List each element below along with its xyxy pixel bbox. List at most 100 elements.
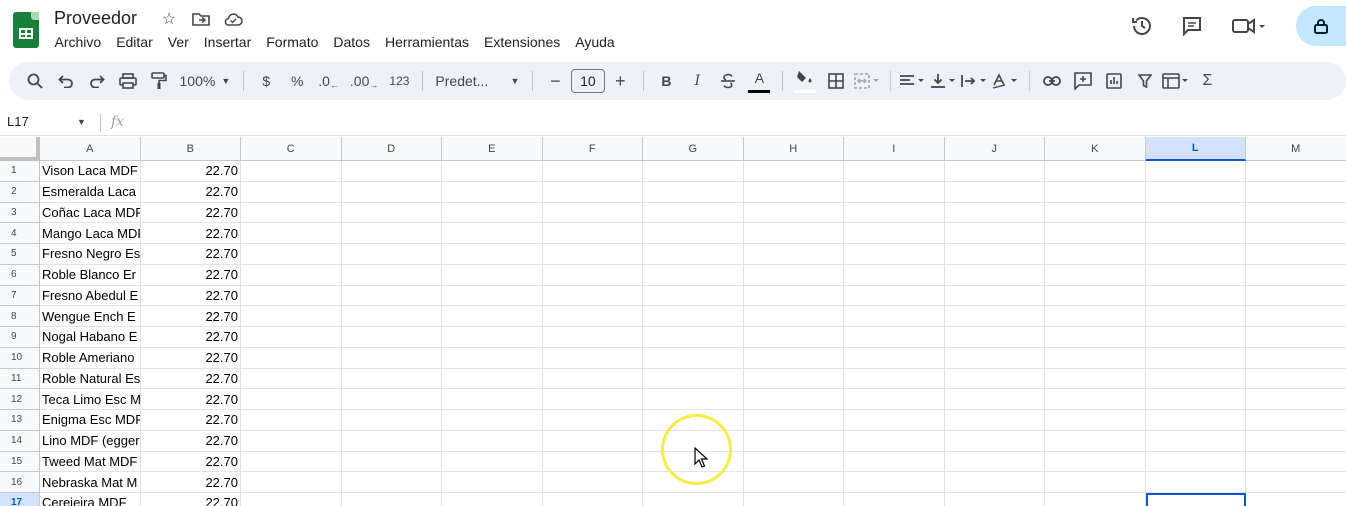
cell-l16[interactable] bbox=[1145, 472, 1246, 493]
cell-g1[interactable] bbox=[643, 161, 744, 182]
cell-k5[interactable] bbox=[1045, 244, 1146, 265]
functions-button[interactable]: Σ bbox=[1193, 67, 1221, 95]
cell-d10[interactable] bbox=[341, 347, 442, 369]
cell-c16[interactable] bbox=[241, 472, 342, 493]
cell-e11[interactable] bbox=[442, 368, 543, 390]
row-header[interactable]: 17 bbox=[0, 493, 40, 506]
cell-h17[interactable] bbox=[744, 493, 844, 506]
cell-k15[interactable] bbox=[1045, 451, 1146, 473]
cell-d1[interactable] bbox=[341, 161, 442, 182]
menu-archivo[interactable]: Archivo bbox=[47, 32, 109, 52]
cell-m17[interactable] bbox=[1246, 493, 1346, 506]
cell-a14[interactable]: Lino MDF (egger bbox=[40, 430, 141, 452]
borders-icon[interactable] bbox=[822, 67, 850, 95]
menu-datos[interactable]: Datos bbox=[326, 32, 378, 52]
cell-f17[interactable] bbox=[543, 493, 643, 506]
cell-l12[interactable] bbox=[1145, 389, 1246, 410]
cell-g4[interactable] bbox=[643, 223, 744, 244]
paint-format-icon[interactable] bbox=[145, 67, 173, 95]
increase-decimals-button[interactable]: .00 → bbox=[346, 67, 382, 95]
cell-d14[interactable] bbox=[341, 430, 442, 452]
undo-icon[interactable] bbox=[52, 67, 80, 95]
row-header[interactable]: 16 bbox=[0, 472, 40, 493]
text-rotation-icon[interactable] bbox=[992, 67, 1020, 95]
cell-a5[interactable]: Fresno Negro Es bbox=[40, 244, 141, 265]
cell-d4[interactable] bbox=[341, 223, 442, 244]
cell-d7[interactable] bbox=[341, 285, 442, 307]
cell-b12[interactable]: 22.70 bbox=[140, 389, 241, 410]
cell-d5[interactable] bbox=[341, 244, 442, 265]
row-header[interactable]: 10 bbox=[0, 347, 40, 369]
cell-f6[interactable] bbox=[542, 264, 643, 286]
decrease-font-size-button[interactable]: − bbox=[541, 67, 569, 95]
cell-g8[interactable] bbox=[643, 306, 744, 327]
cell-d9[interactable] bbox=[341, 327, 442, 348]
cell-i8[interactable] bbox=[844, 306, 945, 327]
cell-m2[interactable] bbox=[1246, 181, 1346, 203]
menu-insertar[interactable]: Insertar bbox=[196, 32, 258, 52]
cell-b14[interactable]: 22.70 bbox=[140, 430, 241, 452]
cell-d3[interactable] bbox=[341, 202, 442, 224]
cell-c11[interactable] bbox=[241, 368, 342, 390]
cell-d15[interactable] bbox=[341, 451, 442, 473]
cell-k4[interactable] bbox=[1045, 223, 1146, 244]
cell-m10[interactable] bbox=[1246, 347, 1346, 369]
meet-icon[interactable] bbox=[1222, 6, 1276, 46]
cell-b7[interactable]: 22.70 bbox=[140, 285, 241, 307]
cell-e17[interactable] bbox=[442, 493, 543, 506]
cell-g7[interactable] bbox=[643, 285, 744, 307]
cell-f7[interactable] bbox=[542, 285, 643, 307]
cell-i12[interactable] bbox=[844, 389, 945, 410]
cell-g11[interactable] bbox=[643, 368, 744, 390]
cell-h3[interactable] bbox=[743, 202, 844, 224]
cell-h14[interactable] bbox=[743, 430, 844, 452]
row-header[interactable]: 2 bbox=[0, 181, 40, 203]
cell-k10[interactable] bbox=[1045, 347, 1146, 369]
row-header[interactable]: 7 bbox=[0, 285, 40, 307]
cell-m12[interactable] bbox=[1246, 389, 1346, 410]
name-box[interactable]: L17 bbox=[7, 114, 29, 129]
cell-l7[interactable] bbox=[1145, 285, 1246, 307]
cell-f8[interactable] bbox=[542, 306, 643, 327]
cell-h13[interactable] bbox=[743, 410, 844, 431]
cell-a12[interactable]: Teca Limo Esc M bbox=[40, 389, 141, 410]
cell-i10[interactable] bbox=[844, 347, 945, 369]
cell-f13[interactable] bbox=[542, 410, 643, 431]
select-all-corner[interactable] bbox=[0, 137, 40, 161]
cell-j10[interactable] bbox=[944, 347, 1045, 369]
horizontal-align-icon[interactable] bbox=[899, 67, 927, 95]
cell-c15[interactable] bbox=[241, 451, 342, 473]
cell-j17[interactable] bbox=[945, 493, 1045, 506]
cell-c12[interactable] bbox=[241, 389, 342, 410]
cell-j8[interactable] bbox=[944, 306, 1045, 327]
row-header[interactable]: 5 bbox=[0, 244, 40, 265]
cell-c5[interactable] bbox=[241, 244, 342, 265]
cell-j11[interactable] bbox=[944, 368, 1045, 390]
decrease-decimals-button[interactable]: .0 ← bbox=[314, 67, 343, 95]
cell-a15[interactable]: Tweed Mat MDF bbox=[40, 451, 141, 473]
insert-link-icon[interactable] bbox=[1038, 67, 1066, 95]
cell-j13[interactable] bbox=[944, 410, 1045, 431]
cell-a6[interactable]: Roble Blanco Er bbox=[40, 264, 141, 286]
cell-b9[interactable]: 22.70 bbox=[140, 327, 241, 348]
cell-a3[interactable]: Coñac Laca MDF bbox=[40, 202, 141, 224]
cell-b6[interactable]: 22.70 bbox=[140, 264, 241, 286]
cell-l10[interactable] bbox=[1145, 347, 1246, 369]
column-header-j[interactable]: J bbox=[944, 137, 1045, 161]
cell-l15[interactable] bbox=[1145, 451, 1246, 473]
version-history-icon[interactable] bbox=[1122, 6, 1162, 46]
cell-i4[interactable] bbox=[844, 223, 945, 244]
filter-icon[interactable] bbox=[1131, 67, 1159, 95]
menu-ver[interactable]: Ver bbox=[160, 32, 196, 52]
cell-l6[interactable] bbox=[1145, 264, 1246, 286]
cell-f16[interactable] bbox=[542, 472, 643, 493]
column-header-b[interactable]: B bbox=[140, 137, 241, 161]
cell-i3[interactable] bbox=[844, 202, 945, 224]
column-header-c[interactable]: C bbox=[241, 137, 342, 161]
row-header[interactable]: 14 bbox=[0, 430, 40, 452]
cell-j4[interactable] bbox=[944, 223, 1045, 244]
cell-g3[interactable] bbox=[643, 202, 744, 224]
column-header-d[interactable]: D bbox=[341, 137, 442, 161]
cell-e16[interactable] bbox=[442, 472, 543, 493]
cell-g10[interactable] bbox=[643, 347, 744, 369]
